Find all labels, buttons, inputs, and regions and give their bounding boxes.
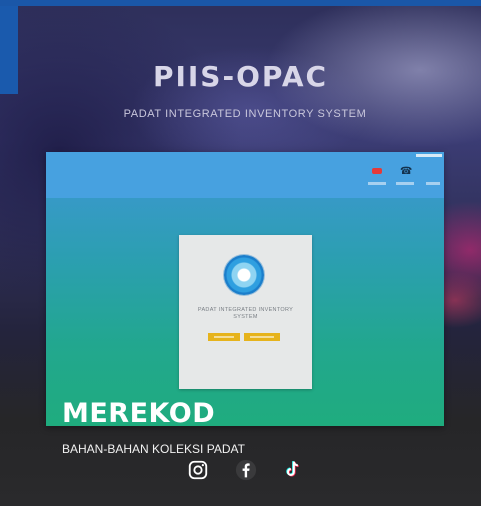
mail-icon bbox=[372, 168, 382, 174]
app-screenshot-preview: ☎ PADAT INTEGRATED INVENTORY SYSTEM bbox=[46, 152, 444, 426]
preview-topbar: ☎ bbox=[46, 152, 444, 198]
card-button-secondary[interactable] bbox=[244, 333, 280, 341]
page-subtitle: PADAT INTEGRATED INVENTORY SYSTEM bbox=[123, 108, 367, 120]
topbar-tab bbox=[416, 154, 442, 157]
top-accent-strip bbox=[0, 0, 481, 6]
instagram-icon[interactable] bbox=[183, 455, 213, 485]
card-system-name: PADAT INTEGRATED INVENTORY SYSTEM bbox=[197, 307, 294, 320]
card-button-primary[interactable] bbox=[208, 333, 240, 341]
mail-label bbox=[368, 182, 386, 185]
phone-icon: ☎ bbox=[400, 166, 413, 177]
tiktok-icon[interactable] bbox=[277, 455, 307, 485]
facebook-icon[interactable] bbox=[231, 455, 261, 485]
brand-heading: MEREKOD bbox=[62, 398, 216, 429]
topbar-extra-label bbox=[426, 182, 440, 185]
login-card: PADAT INTEGRATED INVENTORY SYSTEM bbox=[179, 235, 312, 389]
page-title: PIIS-OPAC bbox=[152, 60, 329, 93]
phone-label bbox=[396, 182, 414, 185]
system-logo-icon bbox=[224, 255, 264, 295]
